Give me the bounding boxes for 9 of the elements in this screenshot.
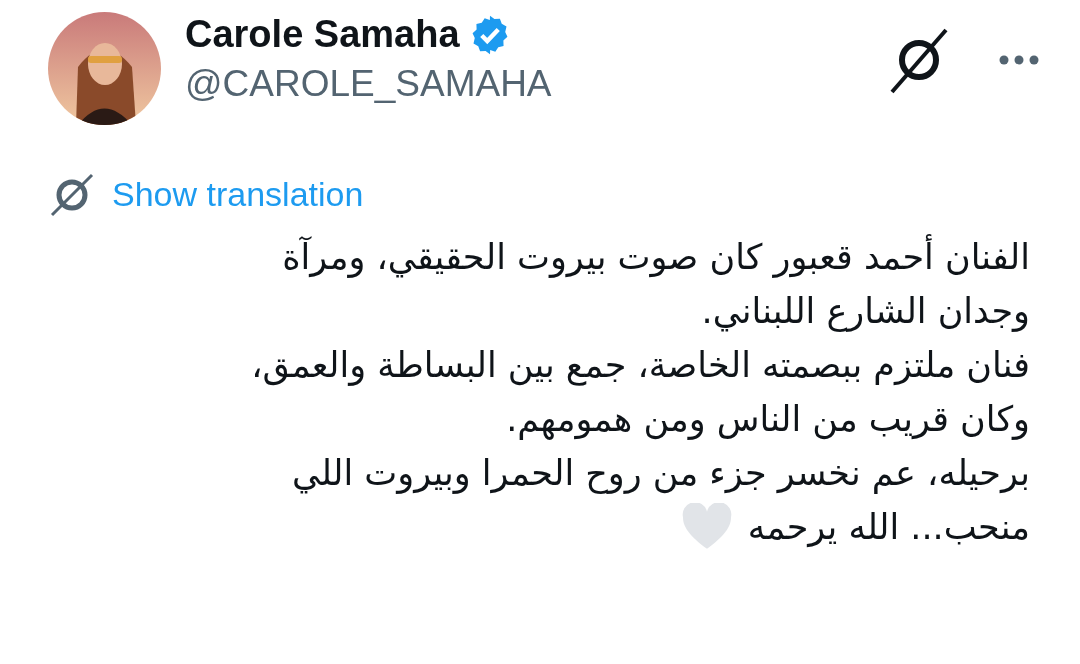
author-handle[interactable]: @CAROLE_SAMAHA: [185, 61, 888, 106]
more-icon[interactable]: [998, 54, 1040, 66]
tweet-text-line: منحب... الله يرحمه: [747, 506, 1030, 549]
tweet-text-line: برحيله، عم نخسر جزء من روح الحمرا وبيروت اللي: [292, 452, 1030, 496]
tweet-text-line: الفنان أحمد قعبور كان صوت بيروت الحقيقي، ومرآة: [282, 230, 1030, 284]
author-name[interactable]: Carole Samaha: [185, 12, 460, 58]
tweet-text-line: وجدان الشارع اللبناني.: [701, 290, 1030, 334]
tweet-text-line: وكان قريب من الناس ومن همومهم.: [506, 398, 1030, 442]
tweet-text-line: فنان ملتزم ببصمته الخاصة، جمع بين البساطة والعمق،: [251, 344, 1030, 388]
